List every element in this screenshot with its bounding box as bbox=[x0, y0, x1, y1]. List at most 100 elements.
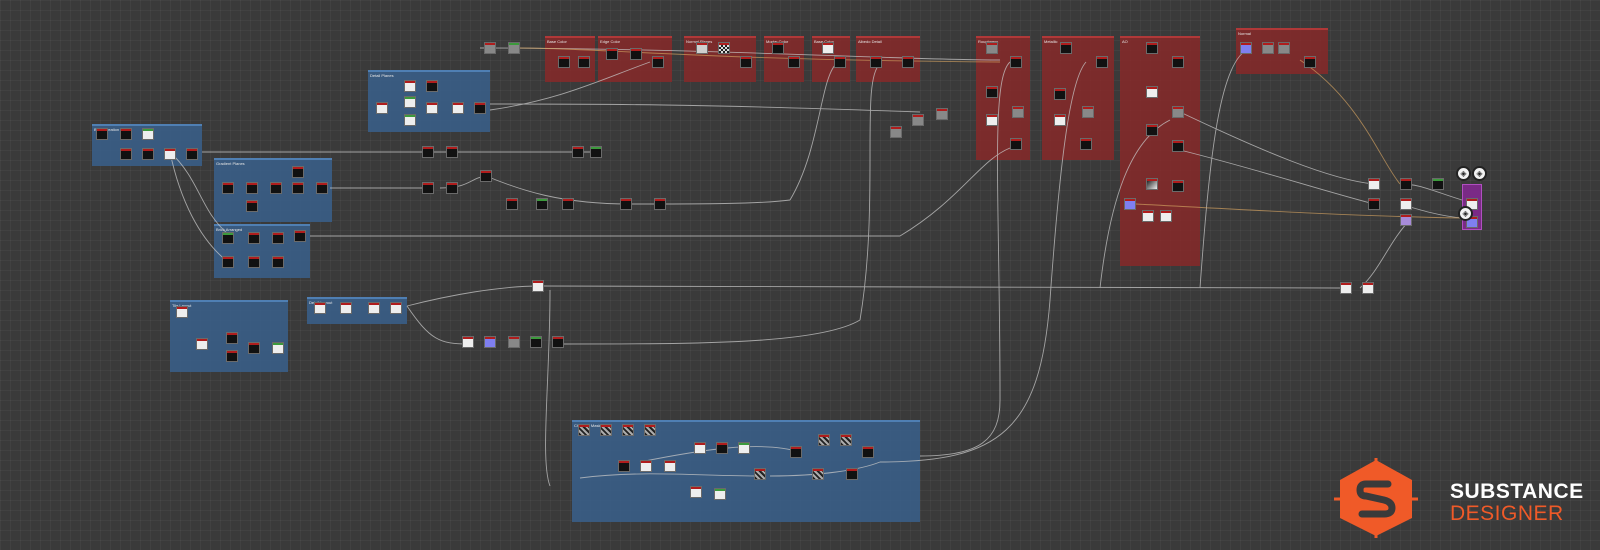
graph-node[interactable] bbox=[578, 424, 590, 436]
graph-node[interactable] bbox=[508, 42, 520, 54]
graph-node[interactable] bbox=[644, 424, 656, 436]
graph-node[interactable] bbox=[484, 336, 496, 348]
graph-node[interactable] bbox=[248, 342, 260, 354]
graph-node[interactable] bbox=[536, 198, 548, 210]
graph-node[interactable] bbox=[222, 182, 234, 194]
graph-node[interactable] bbox=[1124, 198, 1136, 210]
graph-node[interactable] bbox=[1262, 42, 1274, 54]
graph-node[interactable] bbox=[340, 302, 352, 314]
graph-node[interactable] bbox=[1010, 138, 1022, 150]
graph-node[interactable] bbox=[1362, 282, 1374, 294]
graph-node[interactable] bbox=[272, 232, 284, 244]
graph-node[interactable] bbox=[462, 336, 474, 348]
graph-node[interactable] bbox=[422, 146, 434, 158]
graph-node[interactable] bbox=[1304, 56, 1316, 68]
graph-node[interactable] bbox=[226, 332, 238, 344]
graph-node[interactable] bbox=[1340, 282, 1352, 294]
graph-node[interactable] bbox=[142, 148, 154, 160]
graph-node[interactable] bbox=[812, 468, 824, 480]
graph-node[interactable] bbox=[1400, 178, 1412, 190]
graph-node[interactable] bbox=[890, 126, 902, 138]
graph-node[interactable] bbox=[404, 96, 416, 108]
graph-node[interactable] bbox=[246, 200, 258, 212]
graph-node[interactable] bbox=[1172, 180, 1184, 192]
graph-node[interactable] bbox=[222, 256, 234, 268]
graph-node[interactable] bbox=[696, 42, 708, 54]
graph-node[interactable] bbox=[270, 182, 282, 194]
graph-node[interactable] bbox=[196, 338, 208, 350]
graph-node[interactable] bbox=[640, 460, 652, 472]
graph-node[interactable] bbox=[738, 442, 750, 454]
graph-node[interactable] bbox=[1172, 140, 1184, 152]
graph-node[interactable] bbox=[552, 336, 564, 348]
graph-node[interactable] bbox=[1368, 198, 1380, 210]
graph-node[interactable] bbox=[986, 86, 998, 98]
graph-node[interactable] bbox=[314, 302, 326, 314]
graph-node[interactable] bbox=[718, 42, 730, 54]
graph-node[interactable] bbox=[1146, 124, 1158, 136]
graph-node[interactable] bbox=[404, 114, 416, 126]
graph-node[interactable] bbox=[1172, 106, 1184, 118]
graph-node[interactable] bbox=[772, 42, 784, 54]
graph-node[interactable] bbox=[176, 306, 188, 318]
graph-node[interactable] bbox=[986, 114, 998, 126]
graph-node[interactable] bbox=[1096, 56, 1108, 68]
graph-node[interactable] bbox=[600, 424, 612, 436]
graph-node[interactable] bbox=[654, 198, 666, 210]
graph-node[interactable] bbox=[620, 198, 632, 210]
graph-node[interactable] bbox=[818, 434, 830, 446]
graph-node[interactable] bbox=[390, 302, 402, 314]
graph-node[interactable] bbox=[222, 232, 234, 244]
graph-node[interactable] bbox=[912, 114, 924, 126]
graph-node[interactable] bbox=[532, 280, 544, 292]
graph-node[interactable] bbox=[1146, 42, 1158, 54]
graph-node[interactable] bbox=[1172, 56, 1184, 68]
graph-node[interactable] bbox=[1146, 178, 1158, 190]
graph-node[interactable] bbox=[96, 128, 108, 140]
graph-node[interactable] bbox=[506, 198, 518, 210]
graph-canvas[interactable]: Brick Creation Detail Planes Brick Arran… bbox=[0, 0, 1600, 550]
graph-node[interactable] bbox=[694, 442, 706, 454]
graph-node[interactable] bbox=[790, 446, 802, 458]
graph-node[interactable] bbox=[578, 56, 590, 68]
graph-node[interactable] bbox=[834, 56, 846, 68]
graph-node[interactable] bbox=[248, 256, 260, 268]
graph-node[interactable] bbox=[1146, 86, 1158, 98]
graph-node[interactable] bbox=[246, 182, 258, 194]
graph-node[interactable] bbox=[142, 128, 154, 140]
graph-node[interactable] bbox=[986, 42, 998, 54]
graph-node[interactable] bbox=[1012, 106, 1024, 118]
graph-node[interactable] bbox=[1278, 42, 1290, 54]
graph-node[interactable] bbox=[474, 102, 486, 114]
graph-node[interactable] bbox=[652, 56, 664, 68]
graph-node[interactable] bbox=[164, 148, 176, 160]
graph-node[interactable] bbox=[618, 460, 630, 472]
graph-node[interactable] bbox=[1010, 56, 1022, 68]
graph-node[interactable] bbox=[590, 146, 602, 158]
graph-node[interactable] bbox=[248, 232, 260, 244]
graph-node[interactable] bbox=[1400, 198, 1412, 210]
graph-node[interactable] bbox=[870, 56, 882, 68]
graph-node[interactable] bbox=[1082, 106, 1094, 118]
graph-node[interactable] bbox=[1160, 210, 1172, 222]
graph-node[interactable] bbox=[426, 80, 438, 92]
graph-node[interactable] bbox=[508, 336, 520, 348]
graph-node[interactable] bbox=[446, 182, 458, 194]
graph-node[interactable] bbox=[1060, 42, 1072, 54]
graph-node[interactable] bbox=[714, 488, 726, 500]
graph-node[interactable] bbox=[316, 182, 328, 194]
graph-node[interactable] bbox=[558, 56, 570, 68]
graph-node[interactable] bbox=[902, 56, 914, 68]
graph-node[interactable] bbox=[452, 102, 464, 114]
graph-node[interactable] bbox=[664, 460, 676, 472]
graph-node[interactable] bbox=[840, 434, 852, 446]
graph-node[interactable] bbox=[426, 102, 438, 114]
graph-node[interactable] bbox=[120, 128, 132, 140]
graph-node[interactable] bbox=[484, 42, 496, 54]
graph-node[interactable] bbox=[1054, 114, 1066, 126]
graph-node[interactable] bbox=[754, 468, 766, 480]
graph-node[interactable] bbox=[1368, 178, 1380, 190]
graph-node[interactable] bbox=[622, 424, 634, 436]
graph-node[interactable] bbox=[422, 182, 434, 194]
graph-node[interactable] bbox=[1240, 42, 1252, 54]
